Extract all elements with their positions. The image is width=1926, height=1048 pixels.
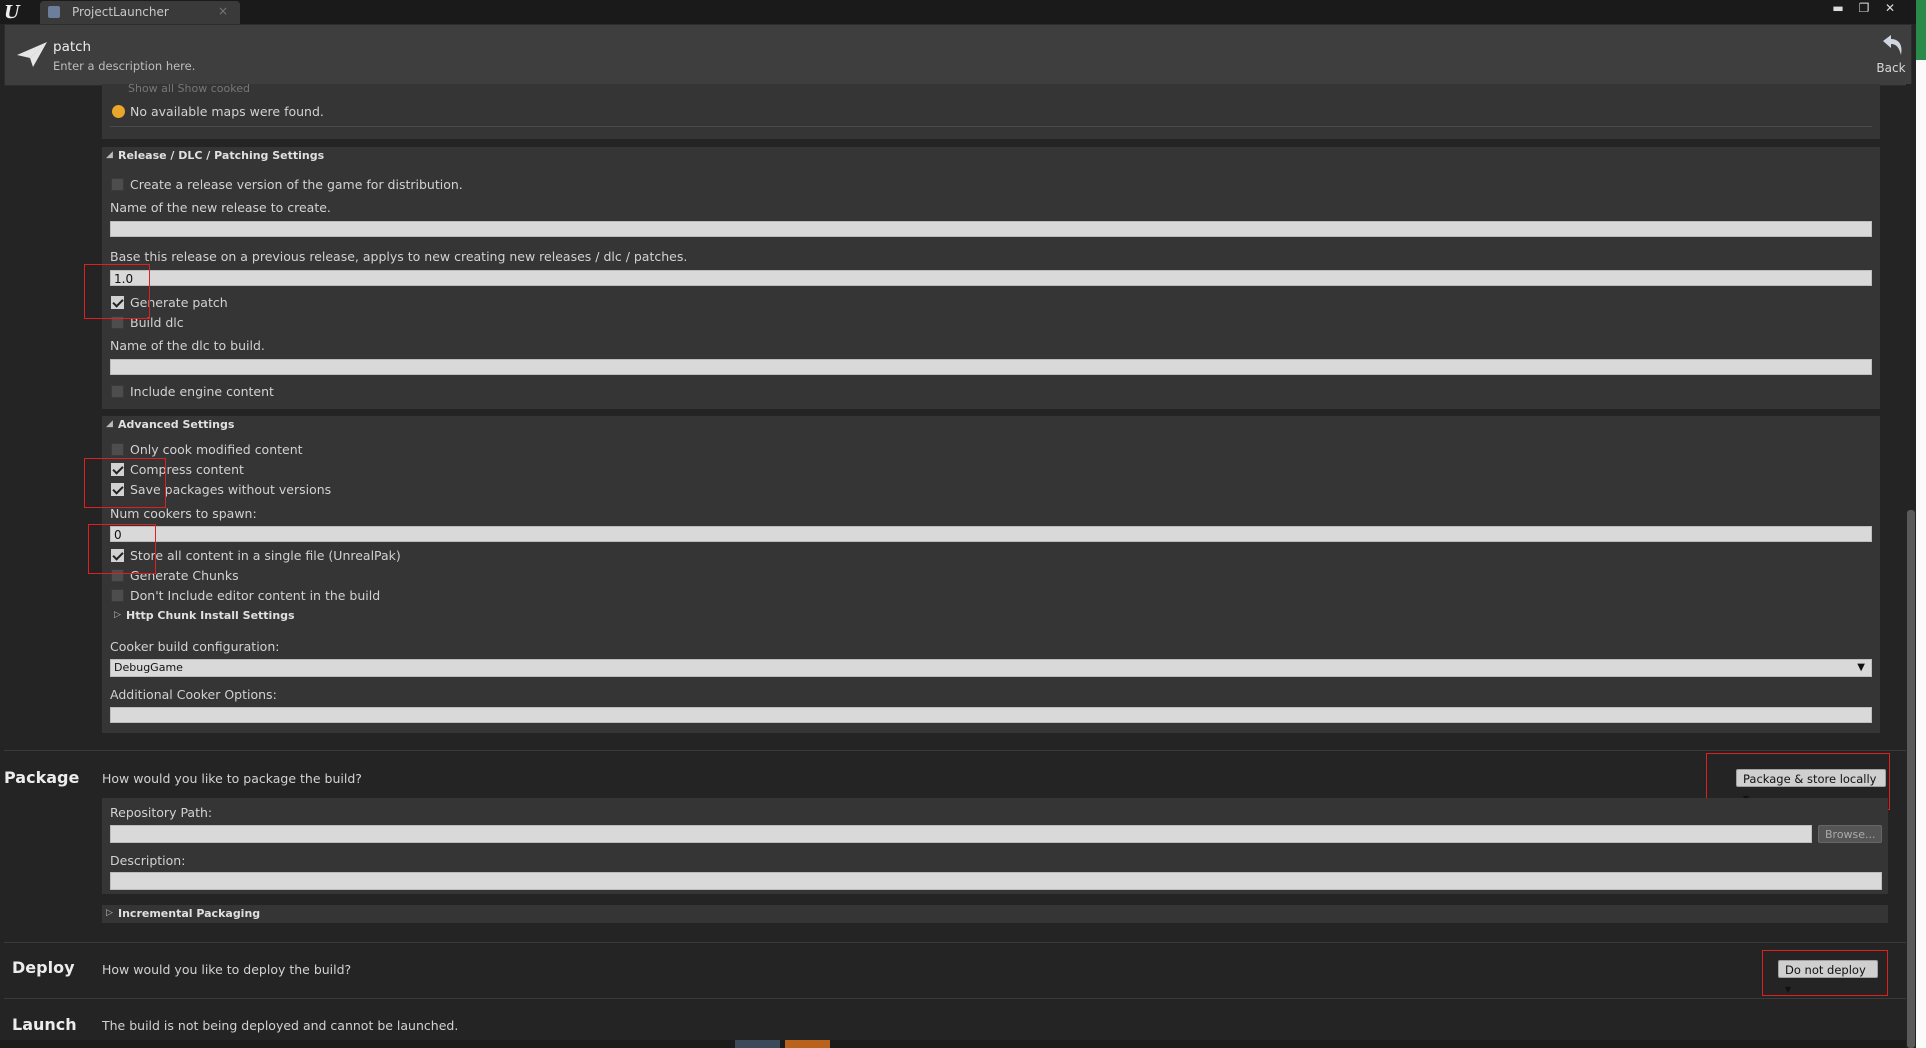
project-launcher-icon	[48, 6, 60, 18]
package-question: How would you like to package the build?	[102, 771, 362, 786]
background-window-accent	[1916, 0, 1926, 60]
deploy-question: How would you like to deploy the build?	[102, 962, 352, 977]
repository-path-input[interactable]	[110, 825, 1812, 843]
section-divider	[4, 942, 1906, 943]
no-editor-content-label: Don't Include editor content in the buil…	[130, 588, 381, 603]
cooker-build-config-select[interactable]: DebugGame ▼	[110, 659, 1872, 677]
package-section-title: Package	[4, 768, 80, 787]
back-arrow-icon	[1883, 35, 1902, 55]
highlight-box-patch	[84, 264, 150, 319]
incremental-packaging-panel: ▷ Incremental Packaging	[102, 905, 1888, 923]
back-button[interactable]: Back	[1873, 31, 1909, 79]
repository-path-label: Repository Path:	[110, 805, 213, 820]
num-cookers-label: Num cookers to spawn:	[110, 506, 257, 521]
restore-button[interactable]: ❐	[1852, 0, 1876, 16]
base-release-label: Base this release on a previous release,…	[110, 249, 688, 264]
section-divider	[4, 750, 1906, 751]
http-chunk-settings-header[interactable]: Http Chunk Install Settings	[126, 609, 295, 622]
dlc-name-label: Name of the dlc to build.	[110, 338, 265, 353]
incremental-packaging-header[interactable]: Incremental Packaging	[118, 907, 260, 920]
launch-section-title: Launch	[12, 1015, 77, 1034]
taskbar-item-active[interactable]	[785, 1040, 830, 1048]
map-filter-options[interactable]: Show all Show cooked	[128, 82, 250, 95]
base-release-input[interactable]: 1.0	[110, 270, 1872, 286]
scrollbar-thumb[interactable]	[1907, 510, 1915, 1048]
single-file-label: Store all content in a single file (Unre…	[130, 548, 401, 563]
new-release-name-input[interactable]	[110, 221, 1872, 237]
deploy-section-title: Deploy	[12, 958, 75, 977]
browse-button[interactable]: Browse...	[1818, 825, 1882, 843]
minimize-button[interactable]: ▬	[1826, 0, 1850, 16]
section-divider	[4, 998, 1906, 999]
window-title-bar: U ProjectLauncher × ▬ ❐ ✕	[0, 0, 1926, 24]
release-settings-title[interactable]: Release / DLC / Patching Settings	[118, 149, 324, 162]
package-description-label: Description:	[110, 853, 186, 868]
unreal-logo-icon: U	[4, 2, 20, 23]
maps-panel: Show all Show cooked No available maps w…	[102, 82, 1880, 139]
dlc-name-input[interactable]	[110, 359, 1872, 375]
create-release-label: Create a release version of the game for…	[130, 177, 463, 192]
package-settings-panel: Repository Path: Browse... Description:	[102, 798, 1888, 894]
close-window-button[interactable]: ✕	[1878, 0, 1902, 16]
cooker-build-config-value: DebugGame	[114, 661, 183, 674]
profile-name[interactable]: patch	[53, 39, 91, 55]
expand-triangle-icon[interactable]: ▷	[106, 908, 113, 918]
back-label: Back	[1876, 61, 1906, 75]
num-cookers-input[interactable]: 0	[110, 526, 1872, 542]
tab-label: ProjectLauncher	[72, 5, 169, 19]
no-editor-content-checkbox[interactable]	[111, 589, 124, 602]
advanced-settings-panel: ◢ Advanced Settings Only cook modified c…	[102, 416, 1880, 733]
tab-project-launcher[interactable]: ProjectLauncher ×	[40, 1, 240, 24]
cooker-build-config-label: Cooker build configuration:	[110, 639, 280, 654]
only-cook-modified-checkbox[interactable]	[111, 443, 124, 456]
profile-header: patch Enter a description here. Back	[4, 24, 1912, 86]
highlight-box-cookers	[88, 524, 156, 574]
divider	[110, 126, 1872, 127]
dropdown-arrow-icon: ▼	[1857, 662, 1865, 673]
advanced-settings-title[interactable]: Advanced Settings	[118, 418, 234, 431]
collapse-triangle-icon[interactable]: ◢	[106, 150, 113, 160]
additional-cooker-input[interactable]	[110, 707, 1872, 723]
release-settings-panel: ◢ Release / DLC / Patching Settings Crea…	[102, 147, 1880, 409]
highlight-box-deploy	[1762, 950, 1888, 996]
paper-plane-icon	[17, 42, 47, 67]
include-engine-checkbox[interactable]	[111, 385, 124, 398]
new-release-name-label: Name of the new release to create.	[110, 200, 331, 215]
no-maps-warning: No available maps were found.	[130, 104, 324, 119]
taskbar-item[interactable]	[735, 1040, 780, 1048]
profile-description[interactable]: Enter a description here.	[53, 59, 195, 73]
only-cook-modified-label: Only cook modified content	[130, 442, 303, 457]
launch-message: The build is not being deployed and cann…	[102, 1018, 459, 1033]
package-description-input[interactable]	[110, 872, 1882, 890]
highlight-box-compress	[84, 458, 166, 508]
warning-icon	[112, 105, 125, 118]
collapse-triangle-icon[interactable]: ◢	[106, 419, 113, 429]
create-release-checkbox[interactable]	[111, 178, 124, 191]
taskbar-strip	[0, 1040, 1926, 1048]
tab-close-icon[interactable]: ×	[218, 4, 228, 18]
additional-cooker-label: Additional Cooker Options:	[110, 687, 277, 702]
include-engine-label: Include engine content	[130, 384, 274, 399]
expand-triangle-icon[interactable]: ▷	[114, 610, 121, 620]
background-window-edge	[1916, 0, 1926, 1048]
